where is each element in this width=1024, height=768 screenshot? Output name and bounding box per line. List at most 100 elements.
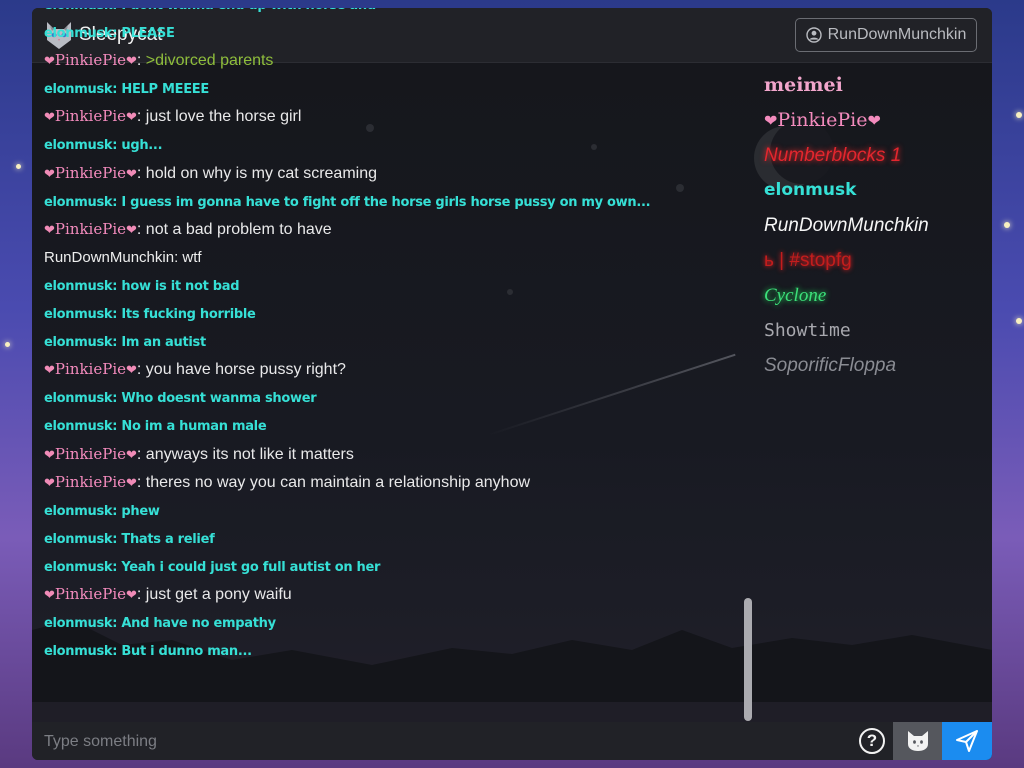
message-text: Thats a relief (121, 531, 215, 547)
send-button[interactable] (942, 722, 992, 760)
message-text: hold on why is my cat screaming (145, 164, 377, 182)
background-star (16, 164, 21, 169)
message-text: just get a pony waifu (145, 585, 292, 603)
chat-message: elonmusk: Im an autist (44, 335, 206, 351)
heart-icon: ❤ (126, 447, 137, 463)
background-star (1016, 318, 1022, 324)
message-input[interactable] (42, 726, 846, 758)
chat-message: ❤PinkiePie❤: anyways its not like it mat… (44, 440, 744, 468)
message-scrollbar[interactable] (744, 598, 752, 721)
heart-icon: ❤ (126, 222, 137, 238)
message-author[interactable]: elonmusk (44, 532, 113, 547)
chat-message: elonmusk: how is it not bad (44, 278, 240, 294)
heart-icon: ❤ (126, 475, 137, 491)
heart-icon: ❤ (44, 166, 55, 182)
chat-message: ❤PinkiePie❤: not a bad problem to have (44, 215, 744, 243)
heart-icon: ❤ (44, 222, 55, 238)
message-author[interactable]: ❤PinkiePie❤: (44, 360, 146, 378)
message-author[interactable]: ❤PinkiePie❤: (44, 473, 146, 491)
message-text: how is it not bad (121, 278, 240, 294)
message-author[interactable]: ❤PinkiePie❤: (44, 107, 146, 125)
message-author[interactable]: elonmusk (44, 26, 113, 41)
message-text: Who doesnt wanma shower (121, 391, 317, 407)
message-text: I guess im gonna have to fight off the h… (121, 194, 651, 210)
message-author[interactable]: ❤PinkiePie❤: (44, 585, 146, 603)
message-composer: ? (32, 722, 992, 760)
online-user[interactable]: Cyclone (764, 278, 984, 313)
heart-icon: ❤ (126, 54, 137, 70)
online-user[interactable]: RunDownMunchkin (764, 208, 984, 243)
online-user[interactable]: Numberblocks 1 (764, 138, 984, 173)
heart-icon: ❤ (44, 54, 55, 70)
cat-button[interactable] (893, 722, 942, 760)
message-author[interactable]: elonmusk (44, 8, 113, 13)
message-text: No im a human male (121, 419, 267, 435)
chat-message: ❤PinkiePie❤: theres no way you can maint… (44, 468, 744, 496)
message-author[interactable]: elonmusk (44, 644, 113, 659)
heart-icon: ❤ (126, 110, 137, 126)
message-text: But i dunno man... (121, 644, 252, 660)
message-text: Im an autist (121, 335, 206, 351)
message-author[interactable]: elonmusk (44, 504, 113, 519)
message-author[interactable]: elonmusk (44, 560, 113, 575)
heart-icon: ❤ (126, 363, 137, 379)
heart-icon: ❤ (44, 587, 55, 603)
message-text: wtf (182, 248, 202, 266)
message-author[interactable]: ❤PinkiePie❤: (44, 220, 146, 238)
message-text: HELP MEEEE (121, 82, 209, 98)
message-text: you have horse pussy right? (145, 361, 346, 379)
message-author[interactable]: elonmusk (44, 82, 113, 97)
heart-icon: ❤ (44, 475, 55, 491)
chat-message: elonmusk: And have no empathy (44, 616, 276, 632)
help-button[interactable]: ? (859, 728, 885, 754)
chat-message: elonmusk: But i dunno man... (44, 644, 252, 660)
online-user[interactable]: SoporificFloppa (764, 348, 984, 383)
message-author[interactable]: elonmusk (44, 279, 113, 294)
chat-message: elonmusk: Who doesnt wanma shower (44, 391, 317, 407)
online-user[interactable]: elonmusk (764, 173, 984, 208)
message-author[interactable]: RunDownMunchkin (44, 249, 174, 266)
message-text: phew (121, 503, 160, 519)
message-author[interactable]: elonmusk (44, 138, 113, 153)
chat-message: elonmusk: Yeah i could just go full auti… (44, 559, 381, 575)
message-text: >divorced parents (145, 52, 274, 70)
background-star (1016, 112, 1022, 118)
message-text: I dont wanna end up with horse and (121, 8, 376, 13)
message-author[interactable]: ❤PinkiePie❤: (44, 51, 146, 69)
cat-icon (907, 731, 928, 751)
message-text: ugh... (121, 138, 163, 154)
chat-message: elonmusk: No im a human male (44, 419, 267, 435)
message-text: theres no way you can maintain a relatio… (145, 473, 531, 491)
message-author[interactable]: ❤PinkiePie❤: (44, 164, 146, 182)
message-author[interactable]: elonmusk (44, 391, 113, 406)
heart-icon: ❤ (44, 363, 55, 379)
user-circle-icon (805, 27, 822, 43)
message-author[interactable]: elonmusk (44, 307, 113, 322)
message-list: elonmusk: I dont wanna end up with horse… (44, 8, 744, 672)
help-icon: ? (866, 731, 878, 750)
heart-icon: ❤ (44, 110, 55, 126)
message-text: anyways its not like it matters (145, 445, 354, 463)
chat-window: Sleepycat RunDownMunchkin elonmusk: I do… (32, 8, 992, 760)
message-text: And have no empathy (121, 616, 276, 632)
online-user[interactable]: meimei (764, 68, 984, 103)
send-icon (956, 730, 978, 752)
message-author[interactable]: elonmusk (44, 335, 113, 350)
chat-message: RunDownMunchkin: wtf (44, 248, 202, 266)
message-text: just love the horse girl (145, 108, 302, 126)
chat-message: ❤PinkiePie❤: >divorced parents (44, 46, 744, 74)
online-user[interactable]: ь | #stopfg (764, 243, 984, 278)
account-username: RunDownMunchkin (827, 26, 967, 43)
online-user[interactable]: Showtime (764, 313, 984, 348)
message-text: Yeah i could just go full autist on her (121, 559, 381, 575)
chat-message: elonmusk: ugh... (44, 138, 163, 154)
online-user-list: meimei ❤PinkiePie❤ Numberblocks 1 elonmusk R… (764, 68, 984, 383)
chat-message: elonmusk: HELP MEEEE (44, 82, 209, 98)
chat-message: elonmusk: I dont wanna end up with horse… (44, 8, 744, 18)
message-author[interactable]: elonmusk (44, 419, 113, 434)
message-author[interactable]: elonmusk (44, 616, 113, 631)
account-button[interactable]: RunDownMunchkin (795, 18, 977, 52)
message-author[interactable]: ❤PinkiePie❤: (44, 445, 146, 463)
online-user[interactable]: ❤PinkiePie❤ (764, 103, 984, 138)
message-author[interactable]: elonmusk (44, 195, 113, 210)
